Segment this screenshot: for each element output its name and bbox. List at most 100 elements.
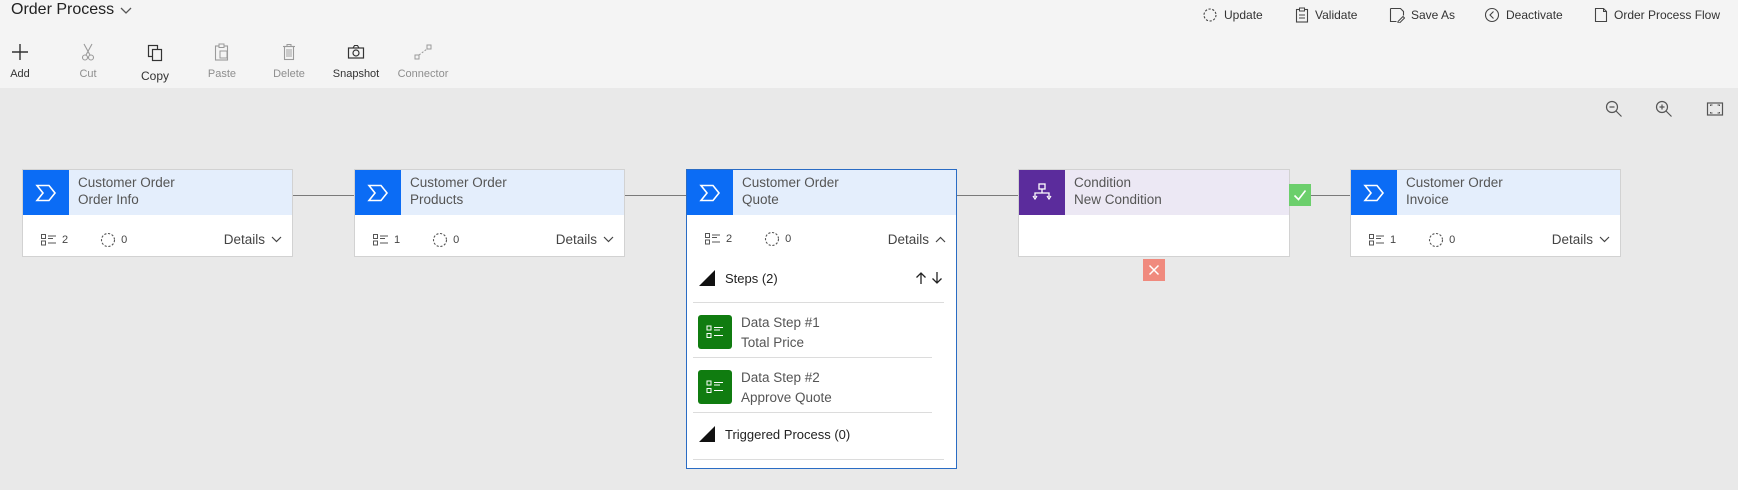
process-title-dropdown[interactable]: Order Process [11,1,132,19]
condition-false-branch[interactable] [1143,259,1165,281]
stage-category: Customer Order [78,175,175,190]
zoom-out-icon[interactable] [1605,100,1623,118]
details-toggle[interactable]: Details [1552,232,1610,247]
data-step-title: Data Step #1 [741,315,820,330]
steps-count: 1 [1369,234,1396,246]
checkmark-icon [1293,190,1307,201]
connector-line [1311,195,1350,196]
trigger-count-value: 0 [453,234,460,246]
order-process-flow-button[interactable]: Order Process Flow [1594,7,1720,23]
condition-type: Condition [1074,175,1132,190]
steps-count: 2 [705,233,732,245]
arrow-up-icon[interactable] [914,271,928,285]
divider [693,412,932,413]
step-list-icon [705,233,720,245]
stage-category: Customer Order [410,175,507,190]
save-as-icon [1389,7,1405,23]
copy-button[interactable]: Copy [125,43,185,83]
stage-quote[interactable]: Customer Order Quote 2 0 Details Steps (… [686,169,957,469]
chevron-down-icon [271,236,282,243]
steps-count: 2 [41,234,68,246]
add-button[interactable]: Add [0,42,50,80]
save-as-button[interactable]: Save As [1389,7,1455,23]
stage-chevron-icon [699,184,721,201]
connector-line [624,195,686,196]
step-list-icon [41,234,56,246]
stage-name: Order Info [78,192,139,207]
cut-label: Cut [79,68,97,80]
refresh-icon [1429,232,1444,248]
condition-badge [1019,170,1065,215]
steps-section-header[interactable]: Steps (2) [699,270,944,286]
stage-chevron-icon [1363,184,1385,201]
details-label: Details [223,232,265,247]
connector-line [956,195,1018,196]
delete-button[interactable]: Delete [259,42,319,80]
document-icon [1594,7,1608,23]
chevron-down-icon [120,7,132,14]
chevron-down-icon [1599,236,1610,243]
details-label: Details [887,232,929,247]
stage-name: Products [410,192,464,207]
stage-badge [355,170,401,215]
fit-to-screen-icon[interactable] [1706,100,1724,118]
condition-node[interactable]: Condition New Condition [1018,169,1290,257]
validate-label: Validate [1315,8,1358,22]
copy-label: Copy [140,69,169,83]
scissors-icon [81,43,95,61]
connector-label: Connector [397,68,449,80]
step-list-icon [1369,234,1384,246]
clipboard-icon [1295,7,1309,23]
stage-badge [23,170,69,215]
copy-icon [147,44,163,62]
details-toggle[interactable]: Details [888,232,946,247]
data-step-1[interactable]: Data Step #1 Total Price [698,304,938,354]
steps-count-value: 2 [726,233,733,245]
arrow-down-icon[interactable] [930,271,944,285]
details-toggle[interactable]: Details [224,232,282,247]
order-process-flow-label: Order Process Flow [1614,8,1721,22]
refresh-icon [433,232,448,248]
data-step-title: Data Step #2 [741,370,820,385]
details-toggle[interactable]: Details [556,232,614,247]
condition-true-branch[interactable] [1289,184,1311,206]
validate-button[interactable]: Validate [1295,7,1357,23]
cut-button[interactable]: Cut [58,42,118,80]
stage-products[interactable]: Customer Order Products 1 0 Details [354,169,625,257]
steps-count: 1 [373,234,400,246]
command-bar: Order Process Update Validate Save As De… [0,0,1738,88]
trigger-count: 0 [100,232,127,248]
chevron-down-icon [603,236,614,243]
triggered-process-section[interactable]: Triggered Process (0) [699,426,944,442]
refresh-icon [101,232,116,248]
chevron-up-icon [935,236,946,243]
refresh-icon [1203,8,1217,22]
update-button[interactable]: Update [1202,7,1263,23]
steps-count-value: 2 [62,234,69,246]
trigger-count: 0 [432,232,459,248]
details-label: Details [555,232,597,247]
connector-button[interactable]: Connector [393,42,453,80]
refresh-icon [765,231,780,247]
snapshot-button[interactable]: Snapshot [326,42,386,80]
plus-icon [12,44,28,60]
stage-invoice[interactable]: Customer Order Invoice 1 0 Details [1350,169,1621,257]
page-title: Order Process [11,1,115,18]
stage-badge [687,170,733,215]
stage-name: Quote [742,192,779,207]
trash-icon [283,44,295,61]
data-step-2[interactable]: Data Step #2 Approve Quote [698,359,938,409]
paste-button[interactable]: Paste [192,42,252,80]
zoom-in-icon[interactable] [1655,100,1673,118]
stage-chevron-icon [367,184,389,201]
branch-icon [1032,182,1052,200]
camera-icon [347,44,365,59]
deactivate-button[interactable]: Deactivate [1484,7,1563,23]
trigger-count: 0 [764,231,791,247]
stage-name: Invoice [1406,192,1449,207]
snapshot-label: Snapshot [332,68,380,80]
back-circle-icon [1484,7,1500,23]
data-step-subtitle: Approve Quote [741,390,832,405]
stage-order-info[interactable]: Customer Order Order Info 2 0 Details [22,169,293,257]
update-label: Update [1224,8,1263,22]
